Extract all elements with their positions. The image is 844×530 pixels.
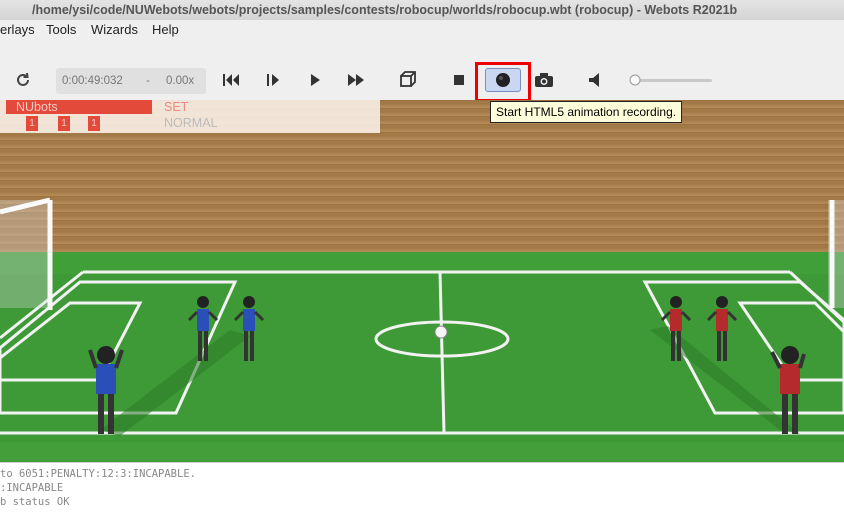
menu-tools[interactable]: Tools: [46, 20, 76, 40]
screenshot-button[interactable]: [531, 60, 557, 100]
stop-recording-button[interactable]: [446, 60, 472, 100]
fast-forward-icon: [348, 74, 364, 86]
fast-forward-button[interactable]: [343, 60, 369, 100]
menu-overlays[interactable]: erlays: [0, 20, 35, 40]
play-icon: [311, 74, 320, 86]
score-value-2: 1: [61, 118, 67, 129]
ball: [434, 325, 448, 339]
tooltip: Start HTML5 animation recording.: [490, 101, 683, 123]
sound-button[interactable]: [583, 60, 609, 100]
play-button[interactable]: [302, 60, 328, 100]
simulation-time: 0:00:49:032: [62, 75, 123, 87]
highlight-box: [475, 62, 531, 102]
left-goal: [0, 197, 53, 310]
window-title: /home/ysi/code/NUWebots/webots/projects/…: [32, 3, 738, 17]
speaker-icon: [589, 73, 599, 87]
reload-button[interactable]: [10, 60, 36, 100]
score-box-1: 1: [26, 116, 38, 131]
reload-icon: [17, 72, 29, 86]
menu-wizards[interactable]: Wizards: [91, 20, 138, 40]
volume-slider-track: [629, 74, 712, 86]
simulation-view[interactable]: [0, 100, 844, 462]
cube-icon: [400, 71, 416, 87]
score-value-1: 1: [29, 118, 35, 129]
game-state: SET: [164, 100, 189, 114]
tooltip-text: Start HTML5 animation recording.: [496, 105, 677, 119]
right-goal: [828, 200, 844, 308]
menu-help[interactable]: Help: [152, 20, 179, 40]
camera-icon: [535, 73, 553, 87]
time-separator: -: [146, 75, 150, 87]
menu-bar: erlays Tools Wizards Help: [0, 20, 844, 40]
game-state-overlay: NUbots SET NORMAL 1 1 1: [0, 100, 380, 133]
window-title-bar: /home/ysi/code/NUWebots/webots/projects/…: [0, 0, 844, 20]
console-line: to 6051:PENALTY:12:3:INCAPABLE.: [0, 468, 196, 480]
simulation-speed: 0.00x: [166, 75, 195, 87]
step-button[interactable]: [260, 60, 286, 100]
console-line: :INCAPABLE: [0, 482, 64, 494]
stop-icon: [454, 75, 464, 85]
score-box-2: 1: [58, 116, 70, 131]
toolbar: 0:00:49:032 - 0.00x: [0, 60, 844, 100]
rendering-button[interactable]: [395, 60, 421, 100]
soccer-field-scene: [0, 100, 844, 462]
volume-slider[interactable]: [626, 60, 714, 100]
step-icon: [267, 74, 279, 86]
reset-button[interactable]: [218, 60, 244, 100]
time-display: 0:00:49:032 - 0.00x: [56, 68, 206, 94]
score-value-3: 1: [91, 118, 97, 129]
game-substate: NORMAL: [164, 116, 218, 130]
team-left-name: NUbots: [16, 100, 58, 114]
console-line: b status OK: [0, 496, 70, 508]
score-box-3: 1: [88, 116, 100, 131]
skip-back-icon: [223, 74, 239, 86]
console-panel[interactable]: to 6051:PENALTY:12:3:INCAPABLE. :INCAPAB…: [0, 462, 844, 530]
